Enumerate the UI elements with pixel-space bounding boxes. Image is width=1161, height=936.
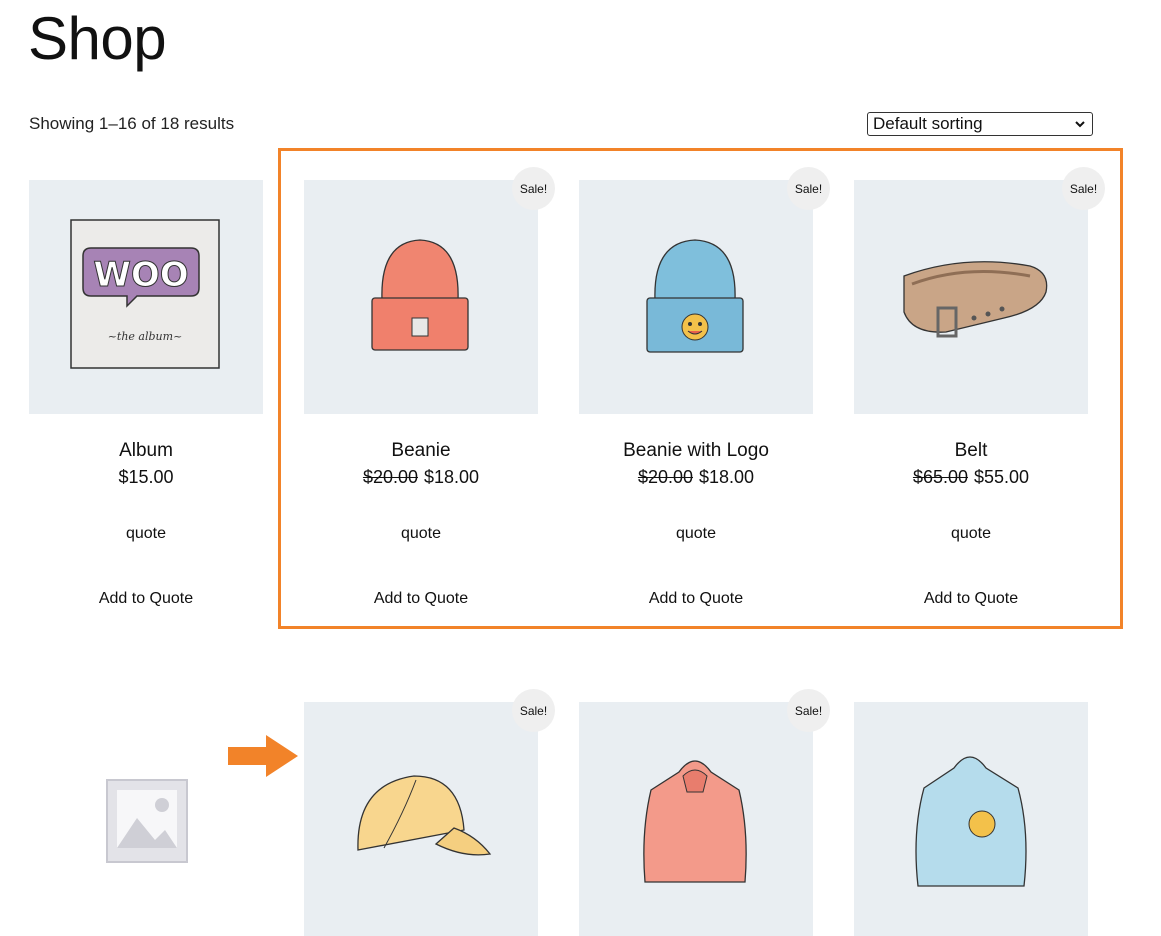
chevron-down-icon xyxy=(1075,121,1085,128)
product-name[interactable]: Album xyxy=(29,440,263,462)
sorting-select[interactable]: Default sorting xyxy=(867,112,1093,136)
cap-icon xyxy=(357,775,492,856)
product-image[interactable]: Sale! xyxy=(579,689,830,936)
product-image[interactable] xyxy=(854,702,1088,936)
product-image[interactable]: WOO ~the album~ xyxy=(29,180,263,414)
product-image[interactable]: Sale! xyxy=(854,167,1105,414)
product-price: $20.00 $18.00 xyxy=(579,467,813,488)
svg-text:WOO: WOO xyxy=(93,255,188,295)
product-image[interactable]: Sale! xyxy=(304,689,555,936)
product-card: Sale! Beanie $20.00 $18.00 quote Add to Q… xyxy=(304,167,555,608)
price-regular: $65.00 xyxy=(912,467,968,487)
quote-label: quote xyxy=(950,525,992,542)
hoodie-logo-icon xyxy=(915,756,1027,887)
svg-text:~the album~: ~the album~ xyxy=(108,330,183,343)
beanie-logo-icon xyxy=(646,239,744,353)
sorting-selected-value: Default sorting xyxy=(873,114,983,133)
product-card: Sale! xyxy=(304,689,555,936)
sale-badge: Sale! xyxy=(787,167,830,210)
beanie-icon xyxy=(371,239,469,351)
sale-badge: Sale! xyxy=(512,689,555,732)
price-current: $18.00 xyxy=(424,467,480,487)
belt-icon xyxy=(903,261,1048,338)
product-card: Sale! xyxy=(579,689,830,936)
result-count: Showing 1–16 of 18 results xyxy=(29,114,235,133)
add-to-quote-button[interactable]: Add to Quote xyxy=(304,590,538,608)
add-to-quote-button[interactable]: Add to Quote xyxy=(579,590,813,608)
hoodie-icon xyxy=(643,760,747,883)
woo-album-icon: WOO ~the album~ xyxy=(70,219,220,369)
price-current: $15.00 xyxy=(118,467,174,487)
add-to-quote-button[interactable]: Add to Quote xyxy=(29,590,263,608)
quote-label: quote xyxy=(675,525,717,542)
product-card xyxy=(854,702,1088,936)
product-name[interactable]: Beanie xyxy=(304,440,538,462)
price-regular: $20.00 xyxy=(362,467,418,487)
product-price: $20.00 $18.00 xyxy=(304,467,538,488)
product-name[interactable]: Beanie with Logo xyxy=(579,440,813,462)
price-current: $55.00 xyxy=(974,467,1030,487)
add-to-quote-button[interactable]: Add to Quote xyxy=(854,590,1088,608)
sale-badge: Sale! xyxy=(1062,167,1105,210)
product-name[interactable]: Belt xyxy=(854,440,1088,462)
arrow-right-icon xyxy=(228,735,298,777)
price-regular: $20.00 xyxy=(637,467,693,487)
quote-label: quote xyxy=(125,525,167,542)
product-image[interactable]: Sale! xyxy=(304,167,555,414)
product-image[interactable]: Sale! xyxy=(579,167,830,414)
product-price: $15.00 xyxy=(29,467,263,488)
product-card: WOO ~the album~ Album $15.00 quote Add t… xyxy=(29,180,263,608)
product-card: Sale! Beanie with Logo $20.00 $18.00 quot… xyxy=(579,167,830,608)
product-price: $65.00 $55.00 xyxy=(854,467,1088,488)
sale-badge: Sale! xyxy=(787,689,830,732)
quote-label: quote xyxy=(400,525,442,542)
product-card: Sale! Belt $65.00 $55.00 quote Add to Quo… xyxy=(854,167,1105,608)
price-current: $18.00 xyxy=(699,467,755,487)
page-title: Shop xyxy=(28,5,167,72)
sale-badge: Sale! xyxy=(512,167,555,210)
